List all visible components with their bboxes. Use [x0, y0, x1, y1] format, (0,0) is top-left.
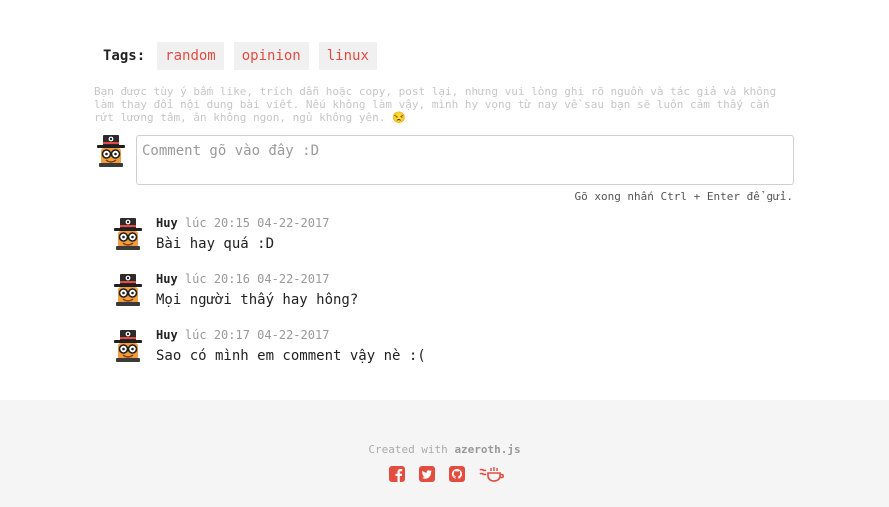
comment-avatar: [112, 218, 144, 250]
current-user-avatar: [95, 135, 127, 167]
comment-text: Bài hay quá :D: [156, 236, 275, 252]
comment-item: Huy lúc 20:15 04-22-2017 Bài hay quá :D: [112, 216, 792, 268]
social-links: [389, 466, 521, 482]
comment-author[interactable]: Huy: [156, 216, 178, 230]
comment-timestamp: lúc 20:15 04-22-2017: [184, 216, 330, 230]
comment-meta: Huy lúc 20:17 04-22-2017: [156, 328, 329, 342]
submit-hint: Gõ xong nhấn Ctrl + Enter để gửi.: [574, 190, 793, 203]
twitter-icon[interactable]: [419, 466, 435, 482]
comment-timestamp: lúc 20:17 04-22-2017: [184, 328, 330, 342]
comment-meta: Huy lúc 20:15 04-22-2017: [156, 216, 329, 230]
facebook-icon[interactable]: [389, 466, 405, 482]
credit-brand-link[interactable]: azeroth.js: [454, 443, 520, 456]
comment-item: Huy lúc 20:17 04-22-2017 Sao có mình em …: [112, 328, 792, 380]
comment-avatar: [112, 274, 144, 306]
footer-credit: Created with azeroth.js: [0, 443, 889, 456]
footer: Created with azeroth.js: [0, 400, 889, 507]
tag-opinion[interactable]: opinion: [233, 42, 309, 70]
credit-prefix: Created with: [368, 443, 448, 456]
comment-item: Huy lúc 20:16 04-22-2017 Mọi người thấy …: [112, 272, 792, 324]
tag-linux[interactable]: linux: [318, 42, 377, 70]
comment-author[interactable]: Huy: [156, 272, 178, 286]
tags-row: Tags: random opinion linux: [103, 42, 387, 70]
coffee-icon[interactable]: [479, 466, 507, 482]
comment-meta: Huy lúc 20:16 04-22-2017: [156, 272, 329, 286]
comment-avatar: [112, 330, 144, 362]
github-icon[interactable]: [449, 466, 465, 482]
comment-text: Mọi người thấy hay hông?: [156, 292, 359, 308]
tags-label: Tags:: [103, 48, 146, 64]
comment-timestamp: lúc 20:16 04-22-2017: [184, 272, 330, 286]
tag-random[interactable]: random: [157, 42, 224, 70]
comment-text: Sao có mình em comment vậy nè :(: [156, 348, 426, 364]
copyright-notice: Bạn được tùy ý bấm like, trích dẫn hoặc …: [94, 85, 777, 124]
comment-author[interactable]: Huy: [156, 328, 178, 342]
comment-input[interactable]: [136, 135, 794, 185]
